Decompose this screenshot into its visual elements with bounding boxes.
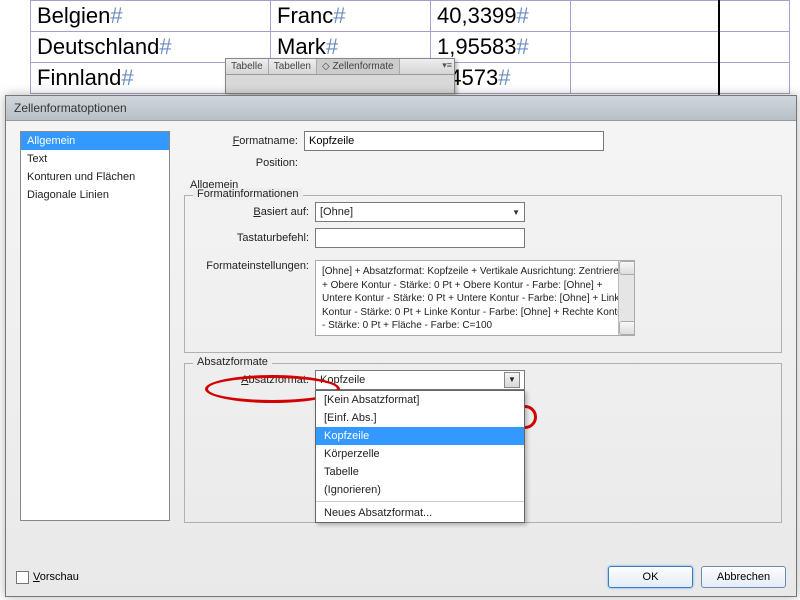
tastatur-label: Tastaturbefehl: xyxy=(195,232,315,244)
dialog-footer: Vorschau OK Abbrechen xyxy=(16,566,786,588)
tab-zellenformate[interactable]: ◇ Zellenformate xyxy=(317,59,400,74)
combo-option[interactable]: Tabelle xyxy=(316,463,524,481)
combo-option[interactable]: (Ignorieren) xyxy=(316,481,524,499)
list-item-text[interactable]: Text xyxy=(21,150,169,168)
combo-option-new[interactable]: Neues Absatzformat... xyxy=(316,504,524,522)
absatzformate-fieldset: Absatzformate Absatzformat: Kopfzeile ▼ … xyxy=(184,363,782,523)
cell: 40,3399# xyxy=(431,1,571,32)
combo-option[interactable]: [Einf. Abs.] xyxy=(316,409,524,427)
combo-option[interactable]: Körperzelle xyxy=(316,445,524,463)
tastatur-input[interactable] xyxy=(315,228,525,248)
combo-value: Kopfzeile xyxy=(320,374,365,386)
basiert-dropdown[interactable]: [Ohne]▼ xyxy=(315,202,525,222)
cancel-button[interactable]: Abbrechen xyxy=(701,566,786,588)
checkbox-box[interactable] xyxy=(16,571,29,584)
absatzformate-legend: Absatzformate xyxy=(193,356,272,368)
separator xyxy=(316,501,524,502)
list-item-allgemein[interactable]: Allgemein xyxy=(21,132,169,150)
cell-format-options-dialog: Zellenformatoptionen Allgemein Text Kont… xyxy=(5,95,797,597)
page-edge xyxy=(718,0,720,100)
chevron-down-icon: ▼ xyxy=(512,208,520,217)
formatinfo-legend: Formatinformationen xyxy=(193,188,303,200)
chevron-down-icon[interactable]: ▼ xyxy=(504,372,520,388)
category-list[interactable]: Allgemein Text Konturen und Flächen Diag… xyxy=(20,131,170,521)
scroll-down-icon[interactable]: ▾ xyxy=(619,321,635,335)
list-item-diagonale[interactable]: Diagonale Linien xyxy=(21,186,169,204)
absatzformat-dropdown-list[interactable]: [Kein Absatzformat] [Einf. Abs.] Kopfzei… xyxy=(315,390,525,523)
scroll-up-icon[interactable]: ▴ xyxy=(619,261,635,275)
tab-tabellen[interactable]: Tabellen xyxy=(269,59,317,74)
panel-menu-icon[interactable]: ▾≡ xyxy=(442,60,452,71)
combo-option-selected[interactable]: Kopfzeile xyxy=(316,427,524,445)
settings-label: Formateinstellungen: xyxy=(195,260,315,272)
list-item-konturen[interactable]: Konturen und Flächen xyxy=(21,168,169,186)
ok-button[interactable]: OK xyxy=(608,566,693,588)
cell: Belgien# xyxy=(31,1,271,32)
absatzformat-label: Absatzformat: xyxy=(195,374,315,386)
dialog-title: Zellenformatoptionen xyxy=(6,96,796,121)
scrollbar[interactable]: ▴ ▾ xyxy=(618,261,634,335)
tab-tabelle[interactable]: Tabelle xyxy=(226,59,269,74)
formatname-label: Formatname: xyxy=(184,135,304,147)
cell: Franc# xyxy=(271,1,431,32)
basiert-label: Basiert auf: xyxy=(195,206,315,218)
combo-option[interactable]: [Kein Absatzformat] xyxy=(316,391,524,409)
settings-box: [Ohne] + Absatzformat: Kopfzeile + Verti… xyxy=(315,260,635,336)
formatinfo-fieldset: Formatinformationen Basiert auf: [Ohne]▼… xyxy=(184,195,782,353)
sort-icon: ◇ xyxy=(322,61,330,72)
formatname-input[interactable] xyxy=(304,131,604,151)
position-label: Position: xyxy=(184,157,304,169)
cell-styles-panel[interactable]: Tabelle Tabellen ◇ Zellenformate ▾≡ xyxy=(225,58,455,94)
absatzformat-combo[interactable]: Kopfzeile ▼ [Kein Absatzformat] [Einf. A… xyxy=(315,370,525,390)
vorschau-checkbox[interactable]: Vorschau xyxy=(16,571,79,584)
options-panel: Formatname: Position: Allgemein Formatin… xyxy=(184,131,796,566)
